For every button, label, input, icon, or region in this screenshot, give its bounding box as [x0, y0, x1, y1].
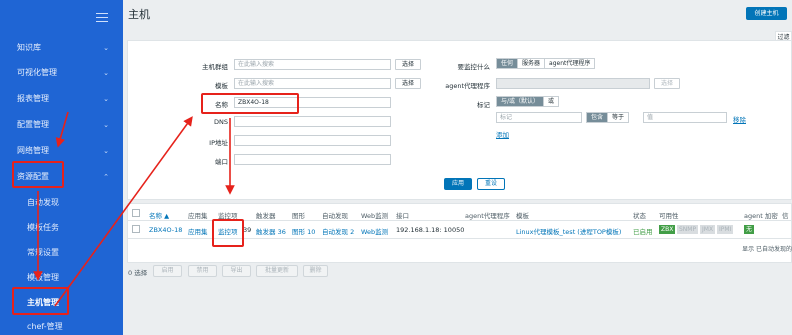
- tags-operator-segment: 与/或（默认） 或: [496, 96, 560, 107]
- table-footer-note: 显示 已自动发现的: [742, 246, 792, 253]
- template-select-button[interactable]: 选择: [395, 78, 421, 89]
- sidebar-item-reports[interactable]: 报表管理 ⌄: [0, 87, 123, 111]
- availability-ipmi-badge: IPMI: [717, 225, 734, 234]
- port-input[interactable]: [234, 154, 391, 165]
- sidebar-item-network[interactable]: 网络管理 ⌄: [0, 139, 123, 163]
- host-group-label: 主机群组: [202, 63, 228, 71]
- export-button[interactable]: 导出: [222, 265, 251, 277]
- annotation-box-resources: [12, 161, 64, 188]
- col-triggers-header: 触发器: [256, 212, 276, 220]
- discovery-link[interactable]: 自动发现 2: [322, 226, 354, 236]
- sidebar-item-label: 配置管理: [17, 120, 49, 129]
- col-graphs-header: 图形: [292, 212, 305, 220]
- status-enabled-link[interactable]: 已启用: [633, 226, 653, 236]
- host-name-link[interactable]: ZBX4O-18: [149, 226, 182, 234]
- availability-zbx-badge: ZBX: [659, 225, 676, 234]
- tag-name-input[interactable]: 标记: [496, 112, 582, 123]
- col-interface-header: 接口: [396, 212, 409, 220]
- col-web-header: Web监测: [361, 212, 389, 220]
- encryption-none-badge: 无: [744, 225, 755, 234]
- delete-button[interactable]: 删除: [303, 265, 328, 277]
- add-tag-link[interactable]: 添加: [496, 129, 516, 139]
- chevron-up-icon: ⌃: [103, 173, 109, 181]
- annotation-box-name: [201, 93, 299, 114]
- port-label: 端口: [215, 158, 228, 166]
- page-title: 主机: [128, 8, 150, 21]
- disable-button[interactable]: 禁用: [188, 265, 217, 277]
- items-count: 39: [243, 226, 252, 234]
- proxy-select-button: 选择: [654, 78, 680, 89]
- row-checkbox[interactable]: [132, 225, 140, 233]
- sidebar-subitem-discovery[interactable]: 自动发现: [0, 191, 123, 215]
- chevron-down-icon: ⌄: [103, 44, 109, 52]
- col-templates-header: 模板: [516, 212, 529, 220]
- tag-value-input[interactable]: 值: [643, 112, 727, 123]
- ip-label: IP地址: [209, 139, 228, 147]
- sidebar-item-visualization[interactable]: 可视化管理 ⌄: [0, 61, 123, 85]
- sidebar-subitem-template-tasks[interactable]: 模板任务: [0, 216, 123, 240]
- host-group-select-button[interactable]: 选择: [395, 59, 421, 70]
- graphs-link[interactable]: 图形 10: [292, 226, 315, 236]
- chevron-down-icon: ⌄: [103, 121, 109, 129]
- col-info-header: 信: [782, 212, 789, 220]
- sidebar-item-label: 报表管理: [17, 94, 49, 103]
- interface-value: 192.168.1.18: 10050: [396, 226, 465, 234]
- proxy-input: [496, 78, 650, 89]
- col-proxy-header: agent代理程序: [465, 212, 510, 220]
- monitored-by-segment: 任何 服务器 agent代理程序: [496, 58, 596, 69]
- template-input[interactable]: 在此输入搜索: [234, 78, 391, 89]
- sidebar-item-label: 网络管理: [17, 146, 49, 155]
- mass-update-button[interactable]: 批量更新: [256, 265, 298, 277]
- template-label: 模板: [215, 82, 228, 90]
- dns-input[interactable]: [234, 116, 391, 127]
- sidebar-item-knowledge[interactable]: 知识库 ⌄: [0, 36, 123, 60]
- availability-jmx-badge: JMX: [700, 225, 716, 234]
- sidebar-subitem-chef[interactable]: chef-管理: [0, 315, 123, 335]
- col-name-header[interactable]: 名称 ▲: [149, 210, 169, 220]
- monitored-by-proxy[interactable]: agent代理程序: [545, 59, 595, 68]
- tag-match-equals[interactable]: 等于: [608, 113, 629, 122]
- tag-match-segment: 包含 等于: [586, 112, 630, 123]
- chevron-down-icon: ⌄: [103, 95, 109, 103]
- remove-tag-link[interactable]: 移除: [733, 114, 747, 124]
- create-host-button[interactable]: 创建主机: [746, 7, 787, 20]
- selected-count: 0 选择: [128, 269, 148, 277]
- col-discovery-header: 自动发现: [322, 212, 348, 220]
- tag-match-contains[interactable]: 包含: [587, 113, 609, 122]
- monitored-by-any[interactable]: 任何: [497, 59, 519, 68]
- col-applications-header: 应用集: [188, 212, 208, 220]
- collapse-menu-icon[interactable]: [96, 10, 110, 24]
- col-status-header: 状态: [633, 212, 646, 220]
- availability-snmp-badge: SNMP: [677, 225, 699, 234]
- reset-button[interactable]: 重设: [477, 178, 505, 190]
- web-link[interactable]: Web监测: [361, 226, 388, 236]
- col-availability-header: 可用性: [659, 212, 679, 220]
- applications-link[interactable]: 应用集: [188, 226, 208, 236]
- sidebar-item-config[interactable]: 配置管理 ⌄: [0, 113, 123, 137]
- enable-button[interactable]: 启用: [153, 265, 182, 277]
- annotation-box-hosts: [12, 287, 69, 315]
- select-all-checkbox[interactable]: [132, 209, 140, 217]
- tags-label: 标记: [477, 101, 490, 109]
- col-encryption-header: agent 加密: [744, 212, 778, 220]
- monitored-by-label: 要监控什么: [457, 63, 491, 71]
- sidebar-item-label: 知识库: [17, 43, 41, 52]
- annotation-box-items: [212, 219, 244, 247]
- host-group-input[interactable]: 在此输入搜索: [234, 59, 391, 70]
- ip-input[interactable]: [234, 135, 391, 146]
- apply-button[interactable]: 应用: [444, 178, 472, 190]
- proxy-label: agent代理程序: [445, 82, 490, 90]
- chevron-down-icon: ⌄: [103, 69, 109, 77]
- templates-link[interactable]: Linux代理模板_test (进程TOP模板): [516, 226, 621, 236]
- tags-operator-or[interactable]: 或: [544, 97, 559, 106]
- sidebar-item-label: 可视化管理: [17, 68, 57, 77]
- chevron-down-icon: ⌄: [103, 147, 109, 155]
- sidebar-subitem-general[interactable]: 常规设置: [0, 241, 123, 265]
- triggers-link[interactable]: 触发器 36: [256, 226, 286, 236]
- dns-label: DNS: [214, 118, 228, 126]
- monitored-by-server[interactable]: 服务器: [518, 59, 546, 68]
- tags-operator-and-or[interactable]: 与/或（默认）: [497, 97, 545, 106]
